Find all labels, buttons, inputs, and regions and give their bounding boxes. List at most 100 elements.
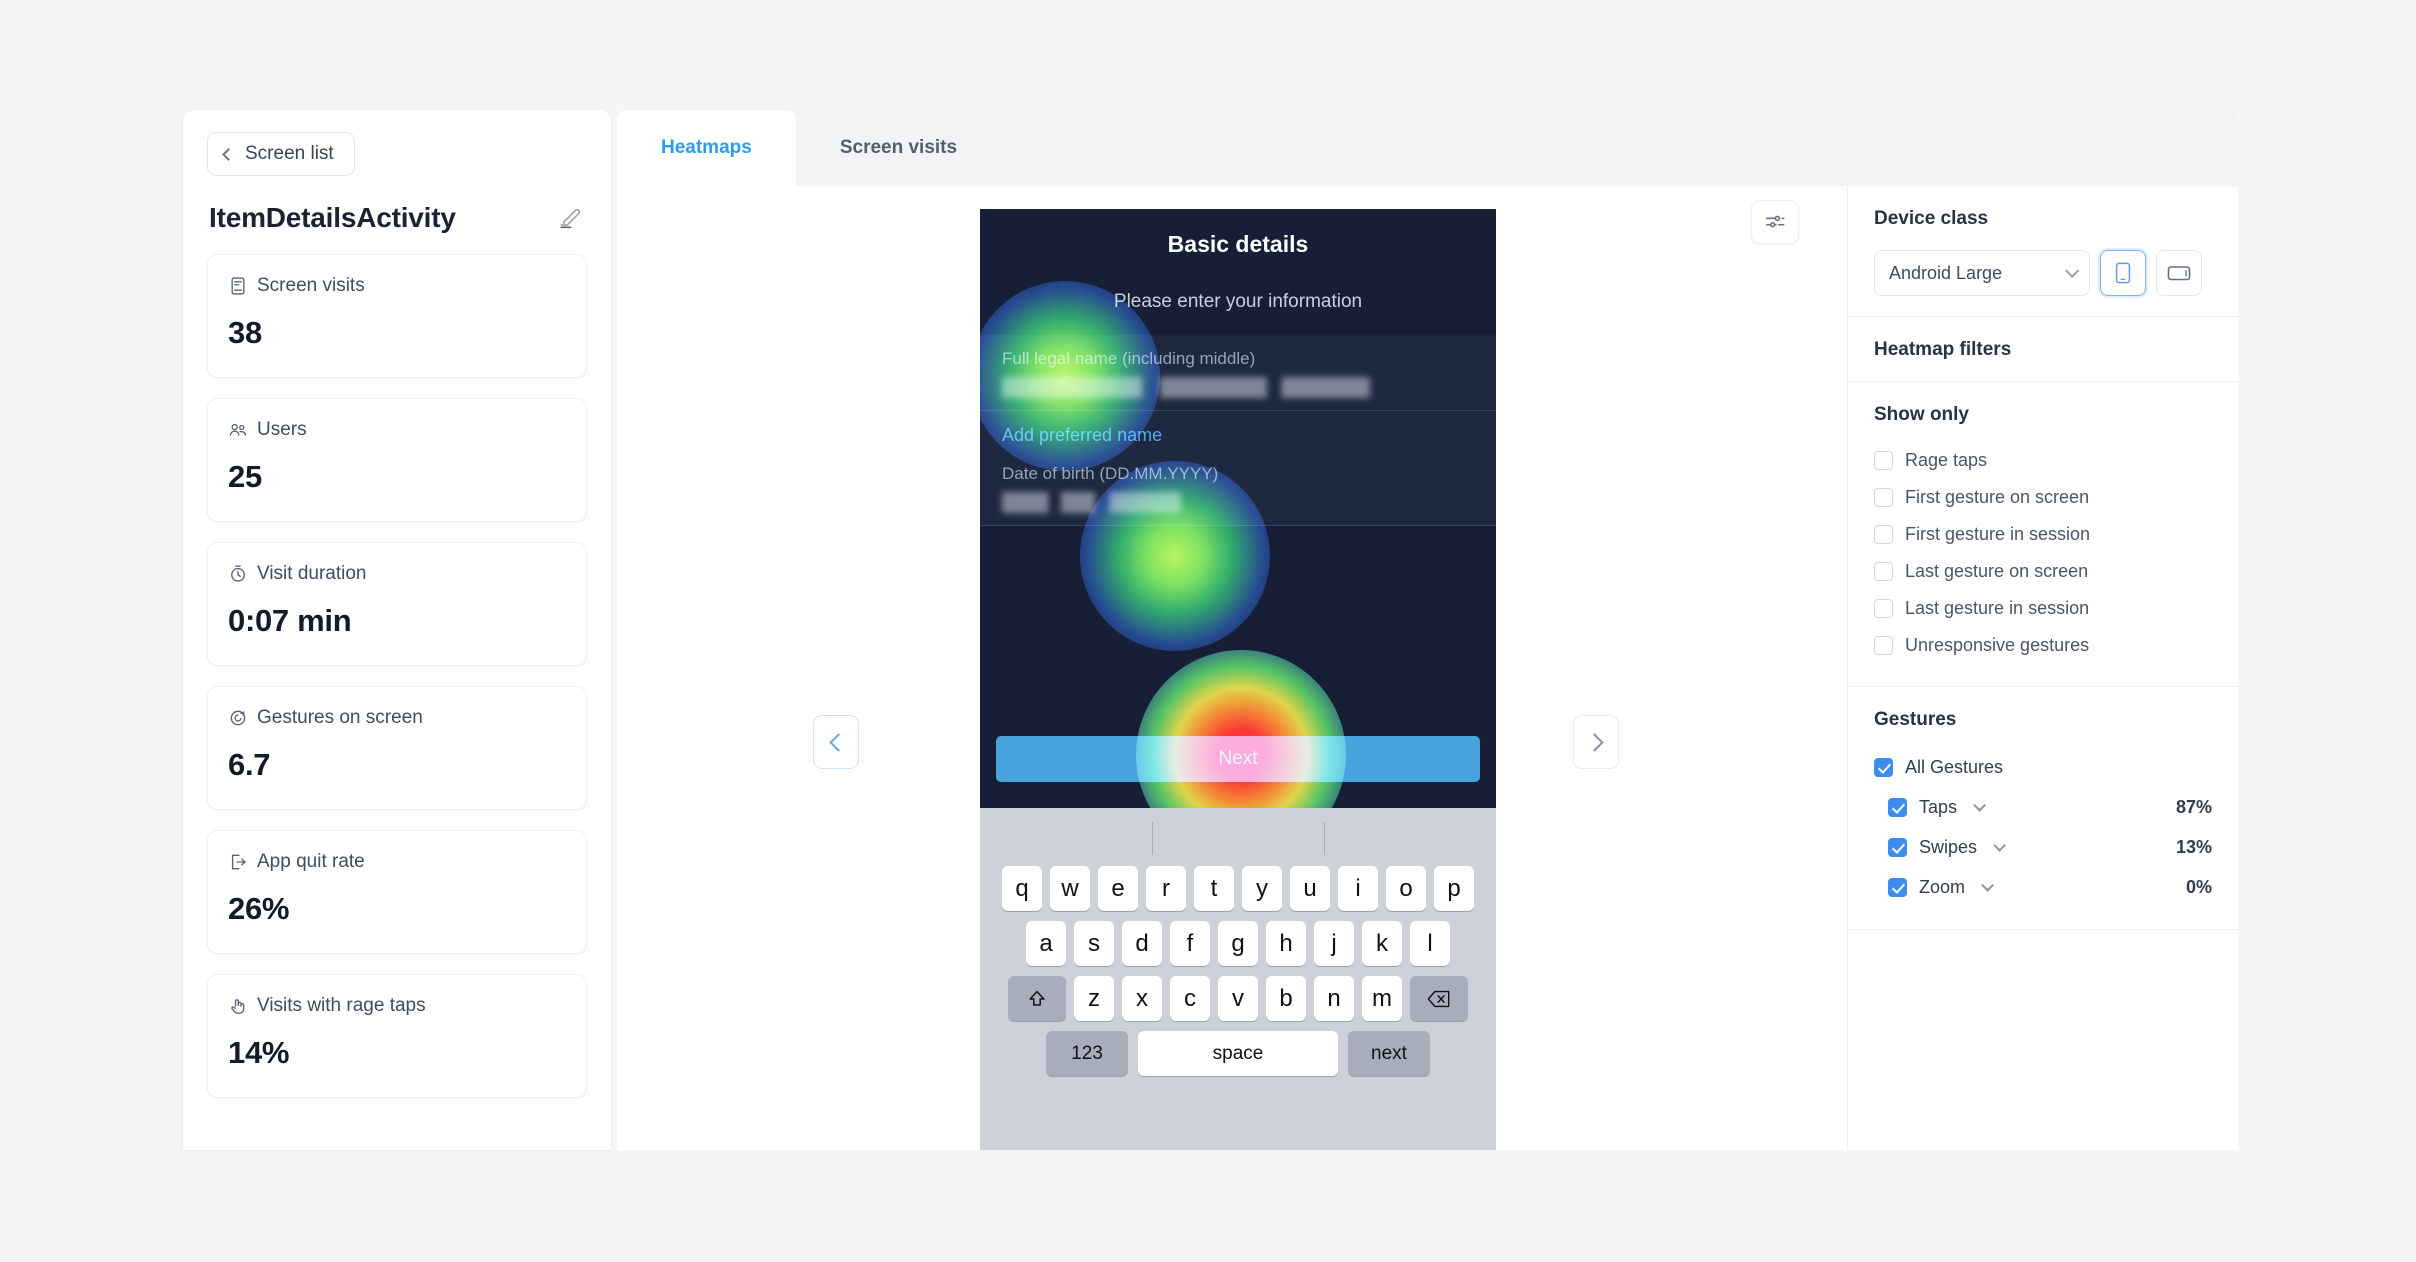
metric-label: Screen visits bbox=[257, 275, 365, 296]
phone-screen-icon bbox=[231, 277, 245, 295]
key-u[interactable]: u bbox=[1290, 866, 1330, 911]
filter-unresponsive-gestures[interactable]: Unresponsive gestures bbox=[1874, 627, 2212, 664]
full-name-label: Full legal name (including middle) bbox=[1002, 349, 1256, 368]
gesture-percent: 0% bbox=[2185, 876, 2212, 897]
key-o[interactable]: o bbox=[1386, 866, 1426, 911]
chevron-left-icon bbox=[828, 732, 848, 752]
gesture-label: Taps bbox=[1919, 796, 1958, 817]
key-s[interactable]: s bbox=[1074, 921, 1114, 966]
metric-header: App quit rate bbox=[228, 851, 566, 873]
checkbox[interactable] bbox=[1874, 525, 1893, 544]
checkbox[interactable] bbox=[1874, 599, 1893, 618]
filter-last-gesture-in-session[interactable]: Last gesture in session bbox=[1874, 590, 2212, 627]
suggestion-divider bbox=[1324, 822, 1325, 855]
filter-label: Last gesture in session bbox=[1905, 598, 2090, 618]
shift-arrow-icon bbox=[1029, 990, 1045, 1006]
key-b[interactable]: b bbox=[1266, 976, 1306, 1021]
heatmap-filters-header: Heatmap filters bbox=[1848, 317, 2238, 382]
checkbox[interactable] bbox=[1888, 837, 1907, 857]
key-e[interactable]: e bbox=[1098, 866, 1138, 911]
chevron-down-icon[interactable] bbox=[1981, 878, 1995, 892]
key-l[interactable]: l bbox=[1410, 921, 1450, 966]
screen-details-sidebar: Screen list ItemDetailsActivity Screen v… bbox=[183, 110, 611, 1150]
metric-header: Visit duration bbox=[228, 563, 566, 585]
chevron-right-icon bbox=[1584, 732, 1604, 752]
space-key[interactable]: space bbox=[1138, 1031, 1338, 1076]
tab-heatmaps[interactable]: Heatmaps bbox=[617, 110, 796, 186]
next-screen-button[interactable] bbox=[1573, 715, 1619, 769]
numeric-key[interactable]: 123 bbox=[1046, 1031, 1128, 1076]
tab-bar: Heatmaps Screen visits bbox=[617, 110, 2238, 186]
next-key[interactable]: next bbox=[1348, 1031, 1430, 1076]
key-y[interactable]: y bbox=[1242, 866, 1282, 911]
filter-first-gesture-on-screen[interactable]: First gesture on screen bbox=[1874, 479, 2212, 516]
metric-value: 6.7 bbox=[228, 747, 271, 782]
filter-label: Last gesture on screen bbox=[1905, 561, 2089, 581]
next-button[interactable]: Next bbox=[996, 736, 1480, 782]
checkbox[interactable] bbox=[1888, 797, 1907, 817]
backspace-key[interactable] bbox=[1410, 976, 1468, 1021]
key-g[interactable]: g bbox=[1218, 921, 1258, 966]
filter-label: First gesture on screen bbox=[1905, 487, 2090, 507]
preview-form: Full legal name (including middle) Add p… bbox=[980, 335, 1496, 526]
key-k[interactable]: k bbox=[1362, 921, 1402, 966]
metric-value: 38 bbox=[228, 315, 262, 350]
key-c[interactable]: c bbox=[1170, 976, 1210, 1021]
gesture-row-swipes[interactable]: Swipes 13% bbox=[1874, 827, 2212, 867]
backspace-icon bbox=[1427, 990, 1450, 1007]
filter-first-gesture-in-session[interactable]: First gesture in session bbox=[1874, 516, 2212, 553]
device-class-title: Device class bbox=[1874, 208, 1989, 229]
key-j[interactable]: j bbox=[1314, 921, 1354, 966]
back-to-screen-list-button[interactable]: Screen list bbox=[207, 132, 355, 176]
key-x[interactable]: x bbox=[1122, 976, 1162, 1021]
key-n[interactable]: n bbox=[1314, 976, 1354, 1021]
key-d[interactable]: d bbox=[1122, 921, 1162, 966]
full-name-field[interactable]: Full legal name (including middle) bbox=[980, 335, 1496, 411]
gesture-type-list: Taps 87% Swipes 13% Zoom 0% bbox=[1874, 787, 2212, 907]
key-q[interactable]: q bbox=[1002, 866, 1042, 911]
chevron-left-icon bbox=[222, 147, 235, 161]
key-m[interactable]: m bbox=[1362, 976, 1402, 1021]
checkbox[interactable] bbox=[1874, 488, 1893, 507]
chevron-down-icon[interactable] bbox=[1993, 838, 2007, 852]
gesture-row-taps[interactable]: Taps 87% bbox=[1874, 787, 2212, 827]
chevron-down-icon[interactable] bbox=[1973, 798, 1987, 812]
gestures-title: Gestures bbox=[1874, 709, 1957, 730]
filter-last-gesture-on-screen[interactable]: Last gesture on screen bbox=[1874, 553, 2212, 590]
key-r[interactable]: r bbox=[1146, 866, 1186, 911]
device-orientation-landscape-button[interactable] bbox=[2156, 250, 2202, 296]
key-w[interactable]: w bbox=[1050, 866, 1090, 911]
onscreen-keyboard: qwertyuiop asdfghjkl zxcvbnm 123 space n… bbox=[980, 808, 1496, 1150]
checkbox[interactable] bbox=[1874, 636, 1893, 655]
key-p[interactable]: p bbox=[1434, 866, 1474, 911]
device-class-controls: Android Large bbox=[1874, 250, 2212, 296]
metric-label: Visit duration bbox=[257, 563, 367, 584]
key-a[interactable]: a bbox=[1026, 921, 1066, 966]
key-z[interactable]: z bbox=[1074, 976, 1114, 1021]
checkbox[interactable] bbox=[1888, 877, 1907, 897]
heatmap-settings-button[interactable] bbox=[1751, 200, 1799, 244]
metric-card-app-quit-rate: App quit rate 26% bbox=[207, 830, 587, 954]
tab-screen-visits[interactable]: Screen visits bbox=[796, 110, 1001, 186]
date-of-birth-field[interactable]: Date of birth (DD.MM.YYYY) bbox=[980, 450, 1496, 526]
edit-pencil-icon[interactable] bbox=[557, 205, 583, 231]
chevron-down-icon bbox=[2065, 263, 2080, 278]
shift-key[interactable] bbox=[1008, 976, 1066, 1021]
key-v[interactable]: v bbox=[1218, 976, 1258, 1021]
filter-rage-taps[interactable]: Rage taps bbox=[1874, 442, 2212, 479]
previous-screen-button[interactable] bbox=[813, 715, 859, 769]
sliders-icon bbox=[1765, 215, 1785, 228]
suggestion-divider bbox=[1152, 822, 1153, 855]
device-class-select[interactable]: Android Large bbox=[1874, 250, 2090, 296]
key-h[interactable]: h bbox=[1266, 921, 1306, 966]
checkbox[interactable] bbox=[1874, 562, 1893, 581]
key-i[interactable]: i bbox=[1338, 866, 1378, 911]
add-preferred-name-link[interactable]: Add preferred name bbox=[980, 411, 1496, 450]
all-gestures-row[interactable]: All Gestures bbox=[1874, 747, 2212, 787]
device-orientation-portrait-button[interactable] bbox=[2100, 250, 2146, 296]
key-t[interactable]: t bbox=[1194, 866, 1234, 911]
gesture-row-zoom[interactable]: Zoom 0% bbox=[1874, 867, 2212, 907]
key-f[interactable]: f bbox=[1170, 921, 1210, 966]
checkbox[interactable] bbox=[1874, 451, 1893, 470]
all-gestures-checkbox[interactable] bbox=[1874, 757, 1893, 777]
